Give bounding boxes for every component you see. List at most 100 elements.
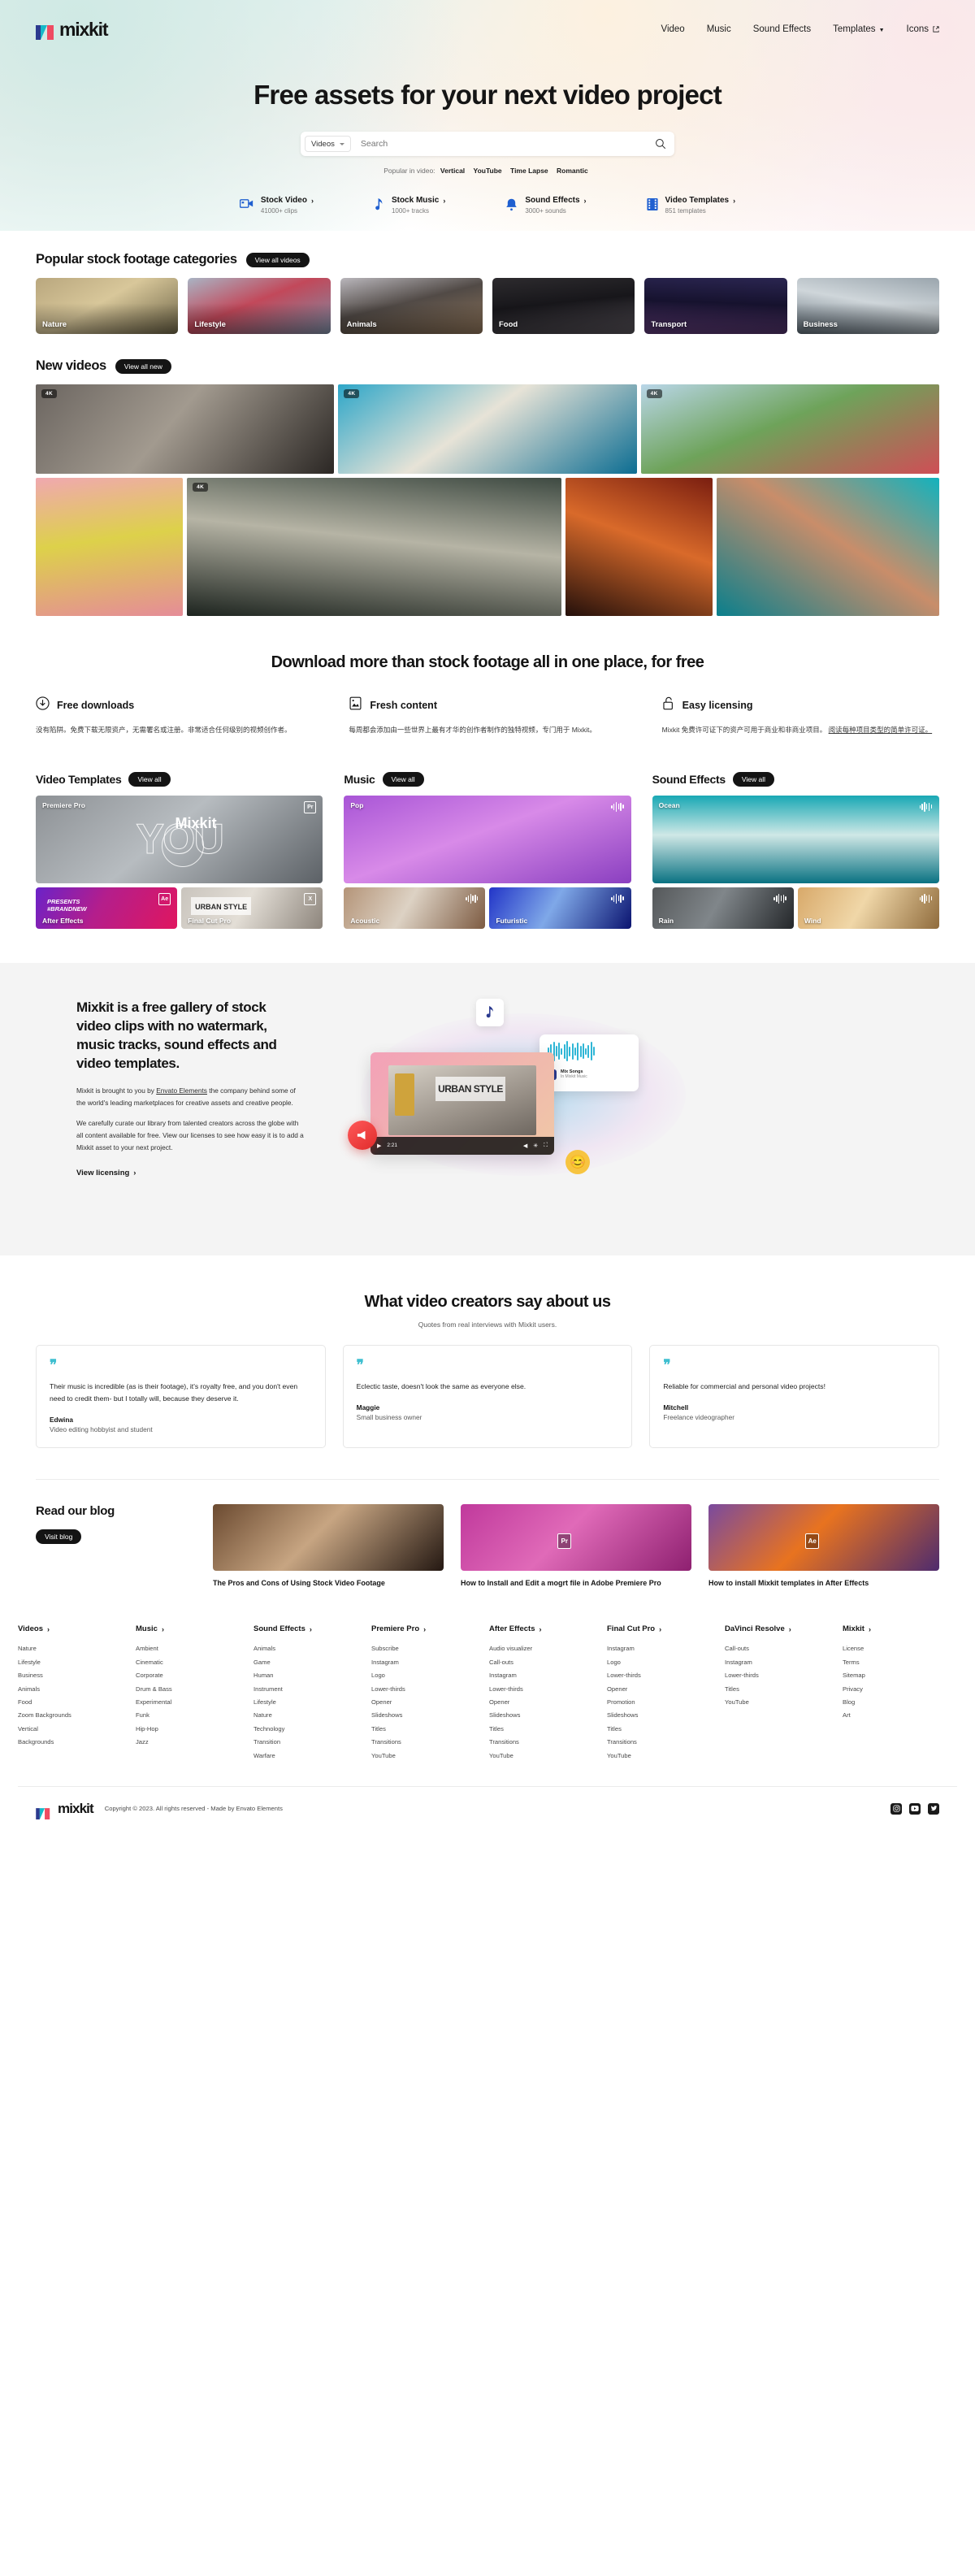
media-card-acoustic[interactable]: Acoustic [344, 887, 486, 929]
blog-post-card[interactable]: The Pros and Cons of Using Stock Video F… [213, 1503, 444, 1589]
footer-column-heading[interactable]: Videos › [18, 1624, 132, 1633]
footer-link[interactable]: YouTube [725, 1698, 839, 1706]
footer-link[interactable]: Vertical [18, 1725, 132, 1733]
footer-link[interactable]: Titles [489, 1725, 604, 1733]
category-card-transport[interactable]: Transport [644, 278, 787, 334]
nav-item-sound-effects[interactable]: Sound Effects [753, 24, 811, 34]
site-logo[interactable]: mixkit [36, 19, 108, 41]
footer-link[interactable]: Human [254, 1672, 368, 1679]
footer-link[interactable]: YouTube [371, 1752, 486, 1759]
video-tile-girl-in-poppies[interactable]: 4K [640, 384, 939, 474]
footer-link[interactable]: Lower-thirds [489, 1685, 604, 1693]
footer-link[interactable]: Nature [254, 1711, 368, 1719]
media-card-premiere-pro[interactable]: YOU Mixkit Premiere Pro Pr [36, 795, 323, 883]
media-card-final-cut-pro[interactable]: URBAN STYLE Final Cut Pro X [181, 887, 323, 929]
footer-link[interactable]: Jazz [136, 1738, 250, 1746]
footer-link[interactable]: Opener [607, 1685, 722, 1693]
category-card-animals[interactable]: Animals [340, 278, 483, 334]
footer-link[interactable]: Instagram [489, 1672, 604, 1679]
category-card-food[interactable]: Food [492, 278, 635, 334]
footer-logo[interactable]: mixkit [36, 1798, 94, 1819]
view-licensing-link[interactable]: View licensing › [76, 1169, 136, 1177]
player-controls[interactable]: ▶ 2:21 ◀ ✳ ⛶ [370, 1136, 554, 1155]
footer-link[interactable]: Slideshows [607, 1711, 722, 1719]
view-all-button[interactable]: View all [732, 771, 775, 787]
category-card-business[interactable]: Business [796, 278, 939, 334]
twitter-icon[interactable] [928, 1802, 939, 1815]
footer-link[interactable]: Ambient [136, 1645, 250, 1652]
video-tile-woman-sunglasses[interactable] [716, 478, 939, 616]
footer-link[interactable]: Experimental [136, 1698, 250, 1706]
search-button[interactable] [652, 135, 670, 153]
volume-icon[interactable]: ◀ [523, 1143, 527, 1149]
footer-link[interactable]: Backgrounds [18, 1738, 132, 1746]
visit-blog-button[interactable]: Visit blog [36, 1529, 82, 1544]
footer-column-heading[interactable]: Music › [136, 1624, 250, 1633]
footer-link[interactable]: YouTube [489, 1752, 604, 1759]
feature-body-link[interactable]: 阅读每种项目类型的简单许可证。 [829, 726, 933, 734]
footer-link[interactable]: Logo [607, 1659, 722, 1666]
footer-column-heading[interactable]: After Effects › [489, 1624, 604, 1633]
footer-link[interactable]: Cinematic [136, 1659, 250, 1666]
view-all-button[interactable]: View all [382, 771, 424, 787]
quicklink-stock-music[interactable]: Stock Music › 1000+ tracks [374, 196, 445, 215]
footer-link[interactable]: Technology [254, 1725, 368, 1733]
footer-link[interactable]: Animals [254, 1645, 368, 1652]
video-tile-dog-in-river[interactable]: 4K [187, 478, 561, 616]
play-icon[interactable]: ▶ [377, 1143, 381, 1149]
popular-term-youtube[interactable]: YouTube [474, 167, 502, 175]
footer-link[interactable]: Transitions [489, 1738, 604, 1746]
footer-link[interactable]: Blog [843, 1698, 957, 1706]
footer-link[interactable]: Call-outs [489, 1659, 604, 1666]
footer-link[interactable]: Opener [489, 1698, 604, 1706]
footer-column-heading[interactable]: Sound Effects › [254, 1624, 368, 1633]
video-player-card[interactable]: URBAN STYLE ▶ 2:21 ◀ ✳ ⛶ [370, 1052, 554, 1155]
footer-link[interactable]: Titles [607, 1725, 722, 1733]
blog-post-card[interactable]: Ae How to install Mixkit templates in Aft… [708, 1503, 939, 1589]
footer-link[interactable]: Drum & Bass [136, 1685, 250, 1693]
footer-link[interactable]: Promotion [607, 1698, 722, 1706]
nav-item-templates[interactable]: Templates ▼ [833, 24, 884, 34]
envato-elements-footer-link[interactable]: Envato Elements [236, 1805, 283, 1812]
blog-post-card[interactable]: Pr How to Install and Edit a mogrt file i… [461, 1503, 691, 1589]
footer-link[interactable]: Slideshows [489, 1711, 604, 1719]
search-input[interactable] [350, 139, 652, 149]
footer-column-heading[interactable]: Premiere Pro › [371, 1624, 486, 1633]
footer-link[interactable]: Lifestyle [18, 1659, 132, 1666]
quicklink-video-templates[interactable]: Video Templates › 851 templates [646, 196, 735, 215]
search-type-selector[interactable]: Videos [305, 136, 351, 152]
footer-link[interactable]: Animals [18, 1685, 132, 1693]
footer-link[interactable]: Terms [843, 1659, 957, 1666]
nav-item-video[interactable]: Video [661, 24, 684, 34]
footer-link[interactable]: YouTube [607, 1752, 722, 1759]
quicklink-stock-video[interactable]: Stock Video › 41000+ clips [239, 196, 314, 215]
popular-term-vertical[interactable]: Vertical [440, 167, 465, 175]
footer-column-heading[interactable]: Final Cut Pro › [607, 1624, 722, 1633]
view-all-videos-button[interactable]: View all videos [245, 252, 310, 267]
footer-link[interactable]: Hip-Hop [136, 1725, 250, 1733]
footer-link[interactable]: Zoom Backgrounds [18, 1711, 132, 1719]
media-card-futuristic[interactable]: Futuristic [489, 887, 631, 929]
media-card-wind[interactable]: Wind [797, 887, 939, 929]
footer-link[interactable]: Instrument [254, 1685, 368, 1693]
instagram-icon[interactable] [890, 1802, 902, 1815]
footer-link[interactable]: License [843, 1645, 957, 1652]
footer-link[interactable]: Lower-thirds [607, 1672, 722, 1679]
footer-link[interactable]: Transitions [371, 1738, 486, 1746]
footer-link[interactable]: Audio visualizer [489, 1645, 604, 1652]
footer-link[interactable]: Business [18, 1672, 132, 1679]
footer-link[interactable]: Instagram [607, 1645, 722, 1652]
category-card-nature[interactable]: Nature [36, 278, 179, 334]
footer-link[interactable]: Transition [254, 1738, 368, 1746]
footer-link[interactable]: Slideshows [371, 1711, 486, 1719]
footer-link[interactable]: Lower-thirds [371, 1685, 486, 1693]
fullscreen-icon[interactable]: ⛶ [544, 1143, 548, 1149]
media-card-rain[interactable]: Rain [652, 887, 794, 929]
footer-link[interactable]: Opener [371, 1698, 486, 1706]
footer-link[interactable]: Subscribe [371, 1645, 486, 1652]
footer-column-heading[interactable]: DaVinci Resolve › [725, 1624, 839, 1633]
youtube-icon[interactable] [909, 1802, 921, 1815]
footer-link[interactable]: Transitions [607, 1738, 722, 1746]
footer-link[interactable]: Lower-thirds [725, 1672, 839, 1679]
footer-link[interactable]: Privacy [843, 1685, 957, 1693]
